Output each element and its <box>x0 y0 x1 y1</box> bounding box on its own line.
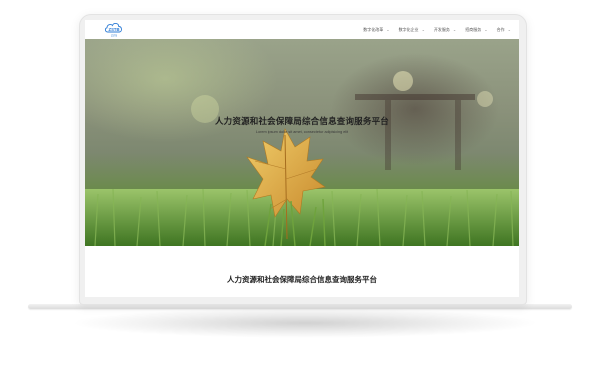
chevron-down-icon: ⌄ <box>507 27 511 32</box>
nav-item-investment[interactable]: 招商服务 ⌄ <box>465 27 487 33</box>
logo-text: ZSTB <box>109 27 120 32</box>
cloud-logo-icon[interactable]: ZSTB ZSTB <box>103 21 125 38</box>
section-title: 人力资源和社会保障局综合信息查询服务平台 <box>227 275 377 284</box>
top-navigation: ZSTB ZSTB 数字化改革 ⌄ 数字化企业 ⌄ 开发服务 ⌄ 招商服务 ⌄ … <box>85 20 519 39</box>
nav-item-label: 数字化企业 <box>398 26 419 32</box>
website-screen: ZSTB ZSTB 数字化改革 ⌄ 数字化企业 ⌄ 开发服务 ⌄ 招商服务 ⌄ … <box>85 20 519 297</box>
logo-subtext: ZSTB <box>111 35 118 38</box>
stand-shadow <box>70 308 540 338</box>
hero-image <box>85 71 519 246</box>
hero-subtitle: Lorem ipsum dolor sit amet, consectetur … <box>255 130 349 134</box>
nav-item-dev-service[interactable]: 开发服务 ⌄ <box>434 27 456 33</box>
chevron-down-icon: ⌄ <box>452 27 457 32</box>
nav-item-digital-reform[interactable]: 数字化改革 ⌄ <box>363 27 389 33</box>
nav-item-label: 招商服务 <box>465 26 482 32</box>
nav-item-label: 开发服务 <box>433 26 450 32</box>
nav-item-digital-enterprise[interactable]: 数字化企业 ⌄ <box>399 27 425 33</box>
chevron-down-icon: ⌄ <box>386 27 390 32</box>
nav-item-label: 数字化改革 <box>363 26 384 32</box>
nav-item-cooperation[interactable]: 合作 ⌄ <box>497 27 511 33</box>
chevron-down-icon: ⌄ <box>421 27 425 32</box>
nav-item-label: 合作 <box>496 26 505 32</box>
hero-banner: 人力资源和社会保障局综合信息查询服务平台 Lorem ipsum dolor s… <box>85 39 519 246</box>
hero-title: 人力资源和社会保障局综合信息查询服务平台 <box>214 116 389 126</box>
nav-menu: 数字化改革 ⌄ 数字化企业 ⌄ 开发服务 ⌄ 招商服务 ⌄ 合作 ⌄ <box>363 20 511 39</box>
chevron-down-icon: ⌄ <box>484 27 488 32</box>
